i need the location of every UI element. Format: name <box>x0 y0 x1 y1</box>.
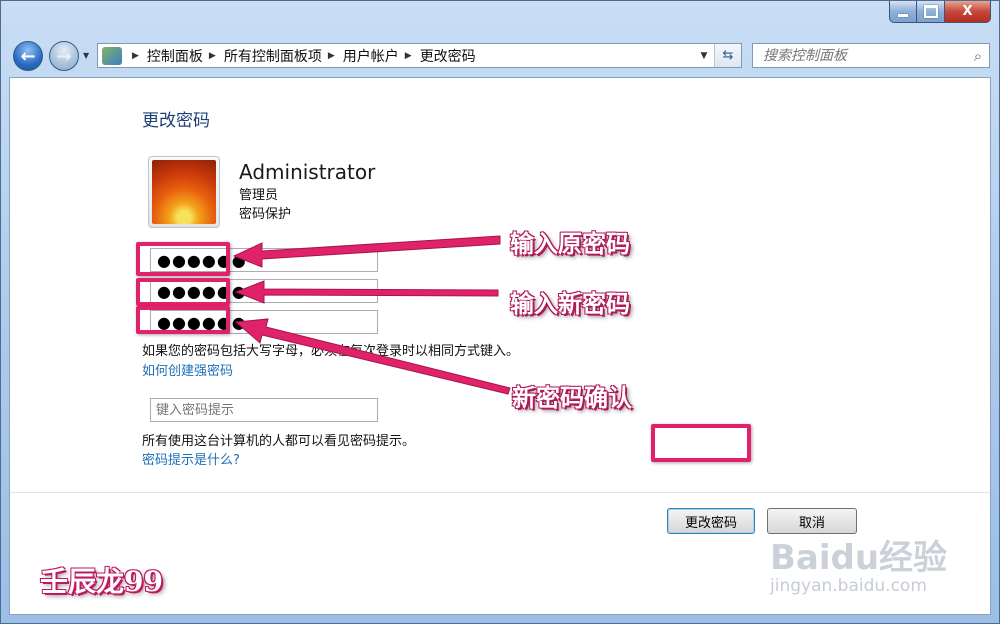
hint-visibility-note: 所有使用这台计算机的人都可以看见密码提示。 <box>142 434 416 449</box>
breadcrumb-all-items[interactable]: 所有控制面板项 <box>224 46 322 66</box>
footer-divider <box>10 492 990 493</box>
baidu-watermark-logo: Baidu经验 <box>770 538 948 578</box>
caption-buttons: X <box>889 1 991 23</box>
breadcrumb-control-panel[interactable]: 控制面板 <box>147 46 203 66</box>
user-meta: 管理员 密码保护 <box>239 186 291 224</box>
password-hint-input[interactable] <box>150 398 378 422</box>
minimize-button[interactable] <box>889 1 917 23</box>
control-panel-icon <box>102 46 122 65</box>
callout-confirm-password: 新密码确认 <box>512 383 632 412</box>
recent-pages-dropdown-icon[interactable]: ▼ <box>83 51 89 60</box>
author-signature: 壬辰龙99 <box>40 565 163 598</box>
callout-current-password: 输入原密码 <box>510 229 630 258</box>
back-button[interactable]: ← <box>13 41 43 71</box>
avatar <box>148 156 220 228</box>
change-button-highlight <box>651 424 751 462</box>
change-password-button[interactable]: 更改密码 <box>667 508 755 534</box>
chevron-right-icon[interactable]: ▶ <box>405 51 412 61</box>
back-arrow-icon: ← <box>20 45 36 67</box>
search-input[interactable] <box>761 46 967 65</box>
user-name: Administrator <box>239 160 376 184</box>
search-box[interactable]: ⌕ <box>752 43 990 68</box>
case-sensitivity-note: 如果您的密码包括大写字母，必须在每次登录时以相同方式键入。 <box>142 344 520 359</box>
callout-new-password: 输入新密码 <box>510 289 630 318</box>
user-picture <box>152 160 216 224</box>
maximize-button[interactable] <box>917 1 945 23</box>
chevron-right-icon[interactable]: ▶ <box>328 51 335 61</box>
minimize-icon <box>898 14 908 17</box>
chevron-right-icon[interactable]: ▶ <box>132 51 139 61</box>
address-dropdown-icon[interactable]: ▼ <box>694 51 714 61</box>
search-icon[interactable]: ⌕ <box>967 47 989 65</box>
page-title: 更改密码 <box>142 111 210 131</box>
user-role: 管理员 <box>239 188 279 203</box>
confirm-password-highlight <box>136 306 230 334</box>
chevron-right-icon[interactable]: ▶ <box>209 51 216 61</box>
new-password-highlight <box>136 278 230 306</box>
forward-arrow-icon: → <box>56 45 72 67</box>
strong-password-link[interactable]: 如何创建强密码 <box>142 360 233 379</box>
refresh-icon[interactable]: ⇆ <box>714 44 741 67</box>
breadcrumb-user-accounts[interactable]: 用户帐户 <box>343 46 399 66</box>
baidu-watermark-url: jingyan.baidu.com <box>770 576 927 596</box>
breadcrumb-change-password[interactable]: 更改密码 <box>420 46 476 66</box>
address-bar[interactable]: ▶ 控制面板 ▶ 所有控制面板项 ▶ 用户帐户 ▶ 更改密码 ▼ ⇆ <box>97 43 742 68</box>
password-hint-help-link[interactable]: 密码提示是什么? <box>142 449 240 468</box>
current-password-highlight <box>136 242 230 276</box>
close-button[interactable]: X <box>945 1 991 23</box>
user-protection: 密码保护 <box>239 207 292 222</box>
maximize-icon <box>923 5 938 18</box>
forward-button[interactable]: → <box>49 41 79 71</box>
